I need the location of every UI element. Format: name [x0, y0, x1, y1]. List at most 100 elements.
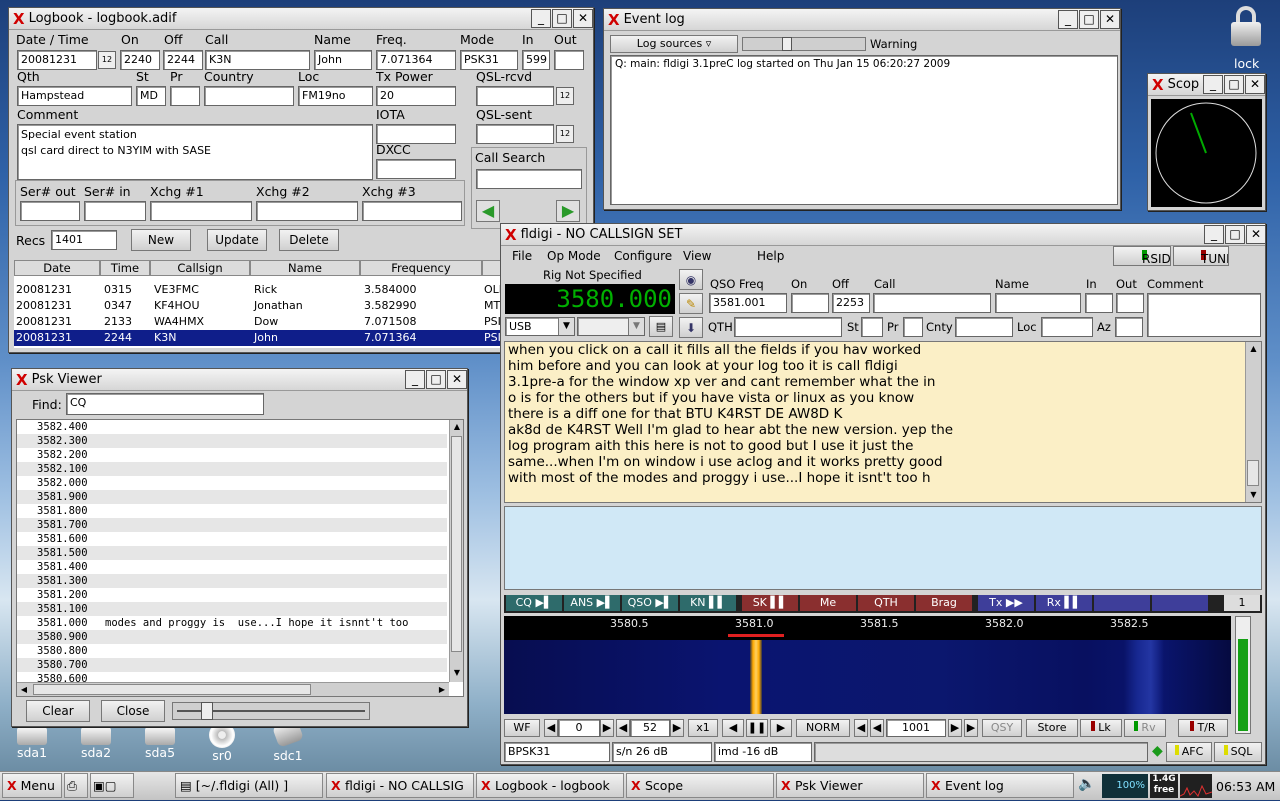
channel-row[interactable]: 3581.300 — [17, 574, 447, 588]
rsid-button[interactable]: RSID — [1113, 246, 1171, 266]
macro-button[interactable] — [1152, 595, 1208, 611]
drive-icon-sda1[interactable]: sda1 — [14, 727, 50, 760]
call-field[interactable]: K3N — [205, 50, 310, 70]
find-field[interactable]: CQ — [66, 393, 264, 415]
channel-row[interactable]: 3582.200 — [17, 448, 447, 462]
loc-field[interactable] — [1041, 317, 1093, 337]
scroll-down-icon[interactable]: ▼ — [1246, 488, 1261, 502]
maximize-button[interactable]: □ — [1079, 10, 1099, 29]
save-log-icon[interactable]: ⬇ — [679, 317, 703, 338]
st-field[interactable] — [861, 317, 883, 337]
dxcc-field[interactable] — [376, 159, 456, 179]
logbook-titlebar[interactable]: X Logbook - logbook.adif — [9, 8, 593, 30]
channel-row[interactable]: 3582.100 — [17, 462, 447, 476]
scrollbar-thumb[interactable] — [33, 684, 311, 695]
date-field[interactable]: 20081231 — [17, 50, 97, 70]
macro-button[interactable]: SK ▌▌ — [742, 595, 798, 611]
taskbar-item[interactable]: ▤ [~/.fldigi (All) ] — [175, 773, 323, 798]
mode-status[interactable]: BPSK31 — [504, 742, 610, 762]
waterfall-display[interactable] — [504, 640, 1231, 714]
macro-button[interactable]: Brag — [916, 595, 972, 611]
channel-row[interactable]: 3581.100 — [17, 602, 447, 616]
taskbar-item[interactable]: X Logbook - logbook — [476, 773, 624, 798]
chevron-down-icon[interactable]: ▼ — [628, 318, 644, 335]
qslrcvd-field[interactable] — [476, 86, 554, 106]
in-field[interactable]: 599 — [522, 50, 550, 70]
country-field[interactable] — [204, 86, 294, 106]
cnty-field[interactable] — [955, 317, 1013, 337]
carrier-left-fast-icon[interactable]: ◀ — [854, 719, 868, 737]
offset-right-icon[interactable]: ▶ — [600, 719, 614, 737]
macro-button[interactable]: Rx ▌▌ — [1036, 595, 1092, 611]
close-button[interactable]: ✕ — [1246, 225, 1266, 244]
update-button[interactable]: Update — [207, 229, 267, 251]
frequency-display[interactable]: 3580.000 — [505, 284, 675, 314]
calendar-icon[interactable]: 12 — [98, 51, 116, 69]
norm-button[interactable]: NORM — [796, 719, 850, 737]
channel-row[interactable]: 3580.600 — [17, 672, 447, 682]
channel-row[interactable]: 3582.400 — [17, 420, 447, 434]
zoom-button[interactable]: x1 — [688, 719, 718, 737]
macro-button[interactable]: Tx ▶▶ — [978, 595, 1034, 611]
scroll-left-icon[interactable]: ◀ — [17, 683, 31, 696]
menu-op-mode[interactable]: Op Mode — [547, 249, 601, 263]
sql-button[interactable]: SQL — [1214, 742, 1262, 762]
off-field[interactable]: 2244 — [163, 50, 203, 70]
channel-row[interactable]: 3580.700 — [17, 658, 447, 672]
squelch-slider[interactable] — [172, 702, 370, 720]
qth-field[interactable] — [734, 317, 842, 337]
column-header[interactable]: Name — [250, 260, 360, 276]
taskbar-item[interactable]: X Scope — [626, 773, 774, 798]
new-button[interactable]: New — [131, 229, 191, 251]
afc-button[interactable]: AFC — [1166, 742, 1212, 762]
carrier-right-fast-icon[interactable]: ▶ — [964, 719, 978, 737]
minimize-button[interactable]: _ — [1203, 75, 1223, 94]
speed-right-icon[interactable]: ▶ — [670, 719, 684, 737]
on-field[interactable] — [791, 293, 829, 313]
az-field[interactable] — [1115, 317, 1143, 337]
desktop-pager-icon[interactable]: ▣▢ — [90, 773, 134, 798]
carrier-field[interactable]: 1001 — [886, 719, 946, 737]
lock-icon[interactable] — [1228, 6, 1264, 58]
iota-field[interactable] — [376, 124, 456, 144]
pause-icon[interactable]: ❚❚ — [746, 719, 768, 737]
broom-clear-icon[interactable]: ✎ — [679, 293, 703, 314]
tr-button[interactable]: T/R — [1178, 719, 1228, 737]
column-header[interactable]: Date — [14, 260, 100, 276]
maximize-button[interactable]: □ — [552, 9, 572, 28]
lock-button[interactable]: Lk — [1080, 719, 1122, 737]
channel-row[interactable]: 3581.800 — [17, 504, 447, 518]
receive-text-pane[interactable]: when you click on a call it fills all th… — [504, 341, 1262, 503]
scroll-up-icon[interactable]: ▲ — [450, 420, 464, 434]
macro-page-indicator[interactable]: 1 — [1224, 595, 1260, 611]
clear-button[interactable]: Clear — [26, 700, 90, 722]
taskbar-item[interactable]: X Psk Viewer — [776, 773, 924, 798]
macro-button[interactable]: Me — [800, 595, 856, 611]
transmit-text-pane[interactable] — [504, 506, 1262, 590]
qslsent-field[interactable] — [476, 124, 554, 144]
scroll-right-icon[interactable]: ▶ — [435, 683, 449, 696]
psk-viewer-titlebar[interactable]: X Psk Viewer — [12, 369, 467, 391]
next-arrow-icon[interactable]: ▶ — [556, 200, 580, 222]
macro-button[interactable] — [1094, 595, 1150, 611]
txpower-field[interactable]: 20 — [376, 86, 456, 106]
column-header[interactable]: Time — [100, 260, 150, 276]
channel-row[interactable]: 3582.000 — [17, 476, 447, 490]
scrollbar-thumb[interactable] — [451, 436, 462, 652]
name-field[interactable] — [995, 293, 1081, 313]
calendar-icon[interactable]: 12 — [556, 87, 574, 105]
channel-row[interactable]: 3581.500 — [17, 546, 447, 560]
comment-field[interactable] — [1147, 293, 1261, 337]
in-field[interactable] — [1085, 293, 1113, 313]
maximize-button[interactable]: □ — [1225, 225, 1245, 244]
close-button[interactable]: ✕ — [573, 9, 593, 28]
channel-row[interactable]: 3581.200 — [17, 588, 447, 602]
xchg3-field[interactable] — [362, 201, 462, 221]
comment-field[interactable]: Special event station qsl card direct to… — [17, 124, 373, 180]
serout-field[interactable] — [20, 201, 80, 221]
mode-field[interactable]: PSK31 — [460, 50, 518, 70]
usb-icon-sdc1[interactable]: sdc1 — [270, 718, 306, 763]
qsofreq-field[interactable]: 3581.001 — [709, 293, 787, 313]
maximize-button[interactable]: □ — [426, 370, 446, 389]
off-field[interactable]: 2253 — [832, 293, 870, 313]
